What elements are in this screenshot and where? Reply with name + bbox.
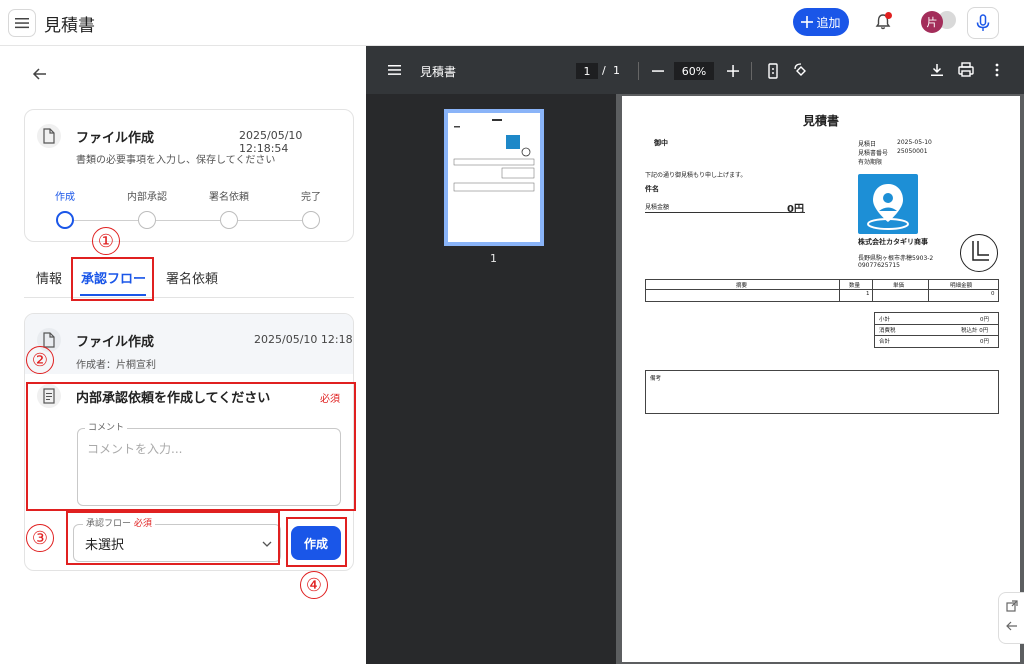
pdf-toolbar: 見積書 1 / 1 60% bbox=[366, 46, 1024, 94]
status-card-title: ファイル作成 bbox=[76, 131, 155, 146]
avatar[interactable]: 片 bbox=[921, 11, 943, 33]
step-circle-signature-request bbox=[220, 211, 238, 229]
subtotal-value: 0円 bbox=[980, 317, 989, 323]
doc-number-label: 見積書番号 bbox=[858, 150, 889, 157]
divider bbox=[638, 62, 639, 80]
tab-signature-request[interactable]: 署名依頼 bbox=[166, 268, 218, 287]
top-bar: 見積書 追加 片 bbox=[0, 0, 1024, 46]
tax-value: 税込計 0円 bbox=[961, 328, 989, 334]
fit-page-icon[interactable] bbox=[764, 62, 782, 80]
zoom-out-icon[interactable] bbox=[649, 62, 667, 80]
doc-recipient: 御中 bbox=[654, 139, 668, 147]
microphone-icon bbox=[976, 14, 990, 31]
col-amount: 明細金額 bbox=[950, 283, 973, 289]
doc-valid-label: 有効期限 bbox=[858, 159, 883, 166]
annotation-number-4: ④ bbox=[300, 571, 328, 599]
col-unit-price: 単価 bbox=[893, 283, 905, 289]
divider bbox=[751, 62, 752, 80]
plus-icon bbox=[801, 16, 814, 28]
doc-intro: 下記の通り御見積もり申し上げます。 bbox=[645, 172, 747, 179]
status-card-subtitle: 書類の必要事項を入力し、保存してください bbox=[76, 155, 276, 166]
company-seal bbox=[960, 234, 998, 272]
pdf-viewer: 見積書 1 / 1 60% 1 見積書 御中 見積日 2025-05-10 見積… bbox=[366, 46, 1024, 664]
doc-title: 見積書 bbox=[803, 114, 840, 128]
back-arrow-icon[interactable] bbox=[30, 64, 50, 84]
tax-label: 消費税 bbox=[879, 328, 896, 334]
step-label-complete: 完了 bbox=[301, 192, 321, 203]
step-connector bbox=[156, 220, 220, 221]
doc-amount-label: 見積金額 bbox=[645, 204, 670, 211]
step-circle-create bbox=[56, 211, 74, 229]
total-label: 合計 bbox=[879, 339, 891, 345]
notes-box: 備考 bbox=[645, 370, 999, 414]
company-logo bbox=[858, 174, 918, 234]
print-icon[interactable] bbox=[957, 61, 975, 79]
doc-date-label: 見積日 bbox=[858, 141, 877, 148]
annotation-number-1: ① bbox=[92, 227, 120, 255]
app-title: 見積書 bbox=[44, 16, 95, 36]
annotation-box-tab bbox=[71, 257, 154, 301]
page-total: 1 bbox=[613, 64, 620, 77]
row-amount: 0 bbox=[991, 291, 995, 297]
workflow-panel: ファイル作成 2025/05/10 12:18:54 書類の必要事項を入力し、保… bbox=[0, 46, 366, 664]
doc-company: 株式会社カタギリ商事 bbox=[858, 238, 928, 246]
page-thumbnail[interactable] bbox=[444, 109, 544, 246]
total-value: 0円 bbox=[980, 339, 989, 345]
step-label-internal-approval: 内部承認 bbox=[127, 192, 167, 203]
thumbnail-preview bbox=[453, 119, 535, 192]
totals-table: 小計 0円 消費税 税込計 0円 合計 0円 bbox=[874, 312, 999, 348]
annotation-box-create bbox=[286, 517, 347, 567]
row-quantity: 1 bbox=[866, 291, 870, 297]
annotation-number-2: ② bbox=[26, 346, 54, 374]
arrow-left-icon[interactable] bbox=[1005, 619, 1019, 633]
step-label-signature-request: 署名依頼 bbox=[209, 192, 249, 203]
doc-phone: 09077625715 bbox=[858, 262, 900, 269]
thumbnail-page-number: 1 bbox=[490, 252, 497, 265]
more-options-icon[interactable] bbox=[988, 61, 1006, 79]
document-edit-icon bbox=[37, 124, 61, 148]
approval-card-date: 2025/05/10 12:18 bbox=[254, 333, 353, 346]
doc-subject-label: 件名 bbox=[645, 185, 659, 193]
menu-icon[interactable] bbox=[386, 61, 404, 79]
notification-dot bbox=[885, 12, 892, 19]
col-description: 摘要 bbox=[736, 283, 748, 289]
annotation-box-request bbox=[26, 382, 356, 511]
hamburger-menu-button[interactable] bbox=[8, 9, 36, 37]
step-circle-complete bbox=[302, 211, 320, 229]
page-number-input[interactable]: 1 bbox=[576, 63, 598, 79]
status-card: ファイル作成 2025/05/10 12:18:54 書類の必要事項を入力し、保… bbox=[24, 109, 354, 242]
doc-date-value: 2025-05-10 bbox=[897, 139, 932, 146]
annotation-box-flow bbox=[66, 511, 280, 565]
side-widget bbox=[998, 592, 1024, 644]
items-table: 摘要 数量 単価 明細金額 1 0 bbox=[645, 279, 999, 302]
amount-underline bbox=[645, 212, 805, 213]
zoom-level[interactable]: 60% bbox=[674, 62, 714, 80]
pdf-title: 見積書 bbox=[420, 65, 457, 79]
approval-card-title: ファイル作成 bbox=[76, 335, 155, 350]
mic-button[interactable] bbox=[967, 7, 999, 39]
open-external-icon[interactable] bbox=[1005, 599, 1019, 613]
doc-address: 長野県駒ヶ根市赤穂5903-2 bbox=[858, 255, 934, 262]
step-connector bbox=[238, 220, 302, 221]
step-label-create: 作成 bbox=[55, 192, 75, 203]
notes-label: 備考 bbox=[650, 376, 662, 382]
tab-info[interactable]: 情報 bbox=[36, 268, 62, 287]
col-quantity: 数量 bbox=[849, 283, 861, 289]
add-button-label: 追加 bbox=[816, 15, 841, 30]
creator-text: 作成者：片桐宣利 bbox=[76, 360, 156, 371]
rotate-icon[interactable] bbox=[792, 62, 810, 80]
hamburger-icon bbox=[15, 18, 29, 29]
step-circle-internal-approval bbox=[138, 211, 156, 229]
annotation-number-3: ③ bbox=[26, 524, 54, 552]
zoom-in-icon[interactable] bbox=[724, 62, 742, 80]
add-button[interactable]: 追加 bbox=[793, 8, 849, 36]
doc-number-value: 25050001 bbox=[897, 148, 928, 155]
pdf-page: 見積書 御中 見積日 2025-05-10 見積書番号 25050001 有効期… bbox=[622, 96, 1020, 662]
subtotal-label: 小計 bbox=[879, 317, 891, 323]
step-connector bbox=[74, 220, 138, 221]
download-icon[interactable] bbox=[928, 61, 946, 79]
page-separator: / bbox=[602, 64, 606, 77]
